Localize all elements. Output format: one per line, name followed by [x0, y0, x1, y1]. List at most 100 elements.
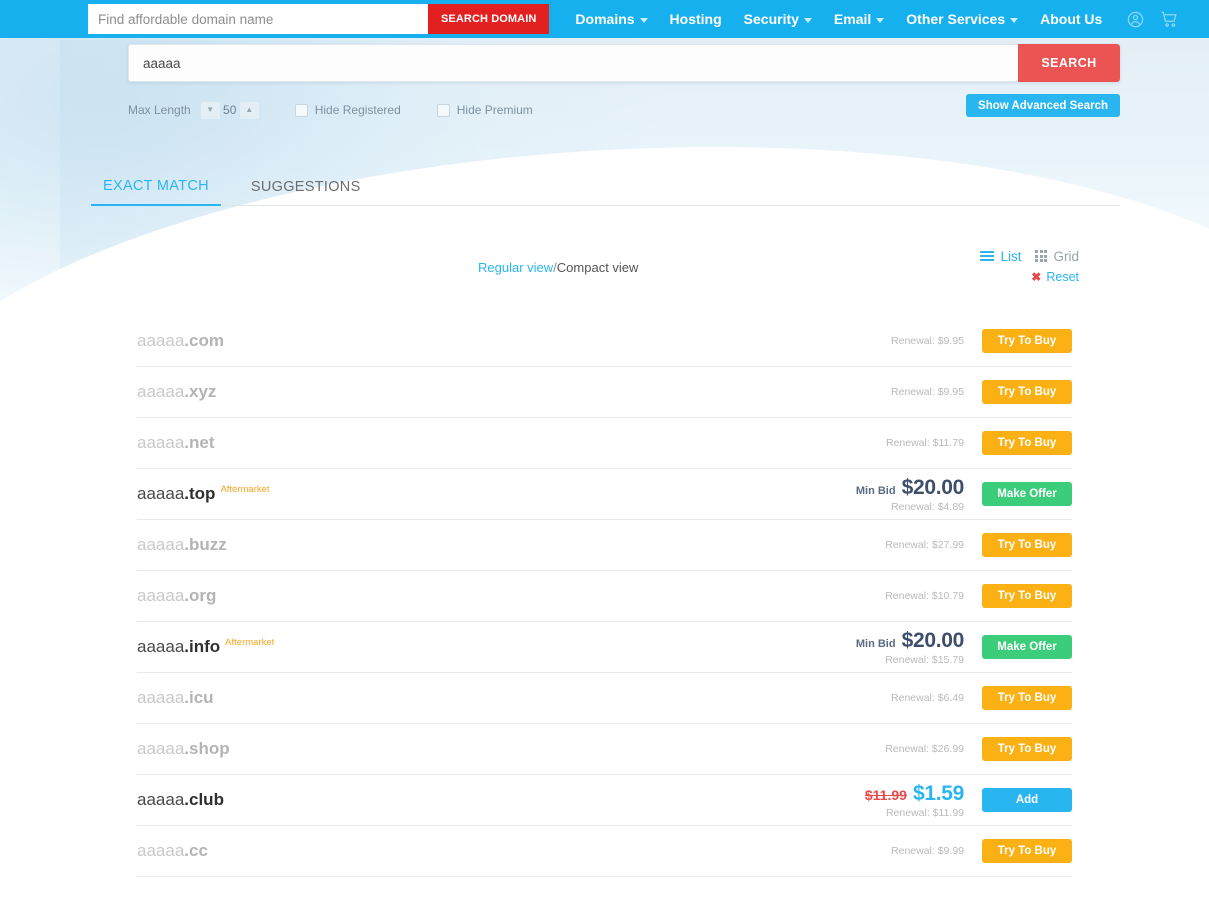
hide-registered-label: Hide Registered: [314, 103, 401, 117]
header-search-domain-button[interactable]: SEARCH DOMAIN: [428, 4, 550, 34]
min-bid-label: Min Bid: [855, 637, 896, 650]
renewal-price: Renewal: $11.79: [885, 437, 964, 449]
renewal-price: Renewal: $4.89: [891, 500, 964, 513]
close-icon: ✖: [1031, 270, 1042, 284]
nav-item-about-us[interactable]: About Us: [1040, 11, 1102, 27]
hide-premium-checkbox[interactable]: Hide Premium: [436, 103, 533, 117]
domain-action-button[interactable]: Try To Buy: [982, 686, 1072, 710]
domain-action-button[interactable]: Try To Buy: [982, 737, 1072, 761]
nav-item-domains[interactable]: Domains: [575, 11, 648, 27]
list-view-button[interactable]: List: [980, 249, 1021, 264]
search-button[interactable]: SEARCH: [1018, 44, 1120, 82]
domain-tld: .net: [184, 433, 215, 452]
aftermarket-badge: Aftermarket: [220, 484, 270, 495]
chevron-down-icon: [876, 17, 885, 23]
grid-view-button[interactable]: Grid: [1035, 249, 1079, 264]
domain-tld: .buzz: [184, 535, 227, 554]
view-mode-switch: Regular view/Compact view: [478, 260, 638, 275]
header-icon-group: [1126, 10, 1180, 29]
domain-action-button[interactable]: Make Offer: [982, 635, 1072, 659]
domain-action-button[interactable]: Try To Buy: [982, 533, 1072, 557]
domain-name: aaaaa .top Aftermarket: [137, 484, 856, 504]
domain-action-button[interactable]: Add: [982, 788, 1072, 812]
bid-price: $20.00: [901, 475, 965, 499]
tab-suggestions[interactable]: SUGGESTIONS: [239, 179, 373, 205]
domain-tld: .top: [184, 484, 216, 503]
domain-result-row: aaaaa .cc Renewal: $9.99 Try To Buy: [137, 826, 1072, 877]
header-domain-search: SEARCH DOMAIN: [88, 4, 550, 34]
list-grid-row: List Grid: [980, 247, 1079, 265]
domain-sld: aaaaa: [137, 484, 185, 503]
results-tabs-container: EXACT MATCH SUGGESTIONS: [91, 170, 1120, 206]
price-line: Min Bid $20.00: [856, 629, 964, 653]
domain-name: aaaaa .shop: [137, 739, 885, 759]
nav-item-label: Security: [743, 11, 799, 27]
account-icon[interactable]: [1126, 10, 1145, 29]
show-advanced-search-button[interactable]: Show Advanced Search: [966, 94, 1120, 117]
max-length-value: 50: [223, 103, 237, 117]
domain-tld: .com: [184, 331, 224, 350]
domain-name: aaaaa .xyz: [137, 382, 891, 402]
price-line: Min Bid $20.00: [856, 476, 964, 500]
max-length-increment-button[interactable]: ▲: [239, 101, 259, 119]
domain-sld: aaaaa: [137, 382, 185, 401]
domain-sld: aaaaa: [137, 841, 185, 860]
domain-name: aaaaa .buzz: [137, 535, 885, 555]
sale-price: $1.59: [912, 781, 964, 805]
nav-item-label: Hosting: [669, 11, 722, 27]
domain-tld: .icu: [184, 688, 214, 707]
renewal-price: Renewal: $10.79: [885, 590, 964, 602]
search-input-row: SEARCH: [128, 44, 1120, 82]
domain-result-row: aaaaa .icu Renewal: $6.49 Try To Buy: [137, 673, 1072, 724]
renewal-price: Renewal: $9.95: [891, 386, 964, 398]
hide-registered-checkbox[interactable]: Hide Registered: [294, 103, 401, 117]
domain-name: aaaaa .org: [137, 586, 885, 606]
domain-tld: .club: [184, 790, 224, 809]
chevron-down-icon: [803, 17, 812, 23]
domain-name: aaaaa .com: [137, 331, 891, 351]
nav-item-hosting[interactable]: Hosting: [670, 11, 722, 27]
nav-item-email[interactable]: Email: [834, 11, 885, 27]
renewal-price: Renewal: $15.79: [885, 653, 964, 666]
domain-action-button[interactable]: Try To Buy: [982, 839, 1072, 863]
domain-search-input[interactable]: [128, 44, 1018, 82]
domain-action-button[interactable]: Try To Buy: [982, 431, 1072, 455]
max-length-stepper[interactable]: ▼ 50 ▲: [200, 101, 259, 119]
domain-results-list: aaaaa .com Renewal: $9.95 Try To Buy aaaaa .x…: [137, 316, 1072, 877]
domain-action-button[interactable]: Try To Buy: [982, 329, 1072, 353]
domain-price-block: Min Bid $20.00 Renewal: $4.89: [856, 476, 964, 513]
cart-icon[interactable]: [1159, 10, 1180, 29]
nav-item-security[interactable]: Security: [744, 11, 812, 27]
chevron-down-icon: [1010, 17, 1019, 23]
original-price: $11.99: [864, 786, 907, 803]
domain-price-block: Renewal: $6.49: [891, 692, 964, 704]
nav-item-other-services[interactable]: Other Services: [906, 11, 1019, 27]
renewal-price: Renewal: $9.95: [891, 335, 964, 347]
header-search-input[interactable]: [88, 4, 428, 34]
compact-view-link[interactable]: Compact view: [557, 260, 639, 275]
domain-price-block: Renewal: $9.99: [891, 845, 964, 857]
domain-price-block: Renewal: $9.95: [891, 386, 964, 398]
domain-result-row: aaaaa .shop Renewal: $26.99 Try To Buy: [137, 724, 1072, 775]
tab-exact-match[interactable]: EXACT MATCH: [91, 178, 221, 206]
domain-tld: .xyz: [184, 382, 217, 401]
max-length-decrement-button[interactable]: ▼: [200, 101, 220, 119]
regular-view-link[interactable]: Regular view: [478, 260, 553, 275]
reset-button[interactable]: ✖ Reset: [980, 270, 1079, 284]
domain-action-button[interactable]: Try To Buy: [982, 584, 1072, 608]
domain-search-panel: SEARCH Max Length ▼ 50 ▲ Hide Registered…: [128, 38, 1120, 130]
domain-price-block: Renewal: $10.79: [885, 590, 964, 602]
hide-premium-label: Hide Premium: [456, 103, 533, 117]
grid-view-label: Grid: [1053, 248, 1079, 264]
domain-tld: .cc: [184, 841, 208, 860]
renewal-price: Renewal: $6.49: [891, 692, 964, 704]
reset-label: Reset: [1046, 270, 1079, 284]
domain-sld: aaaaa: [137, 790, 185, 809]
price-line: $11.99 $1.59: [865, 782, 964, 806]
renewal-price: Renewal: $9.99: [891, 845, 964, 857]
chevron-down-icon: [639, 17, 648, 23]
domain-price-block: Renewal: $26.99: [885, 743, 964, 755]
domain-action-button[interactable]: Make Offer: [982, 482, 1072, 506]
max-length-label: Max Length: [128, 103, 191, 117]
domain-action-button[interactable]: Try To Buy: [982, 380, 1072, 404]
